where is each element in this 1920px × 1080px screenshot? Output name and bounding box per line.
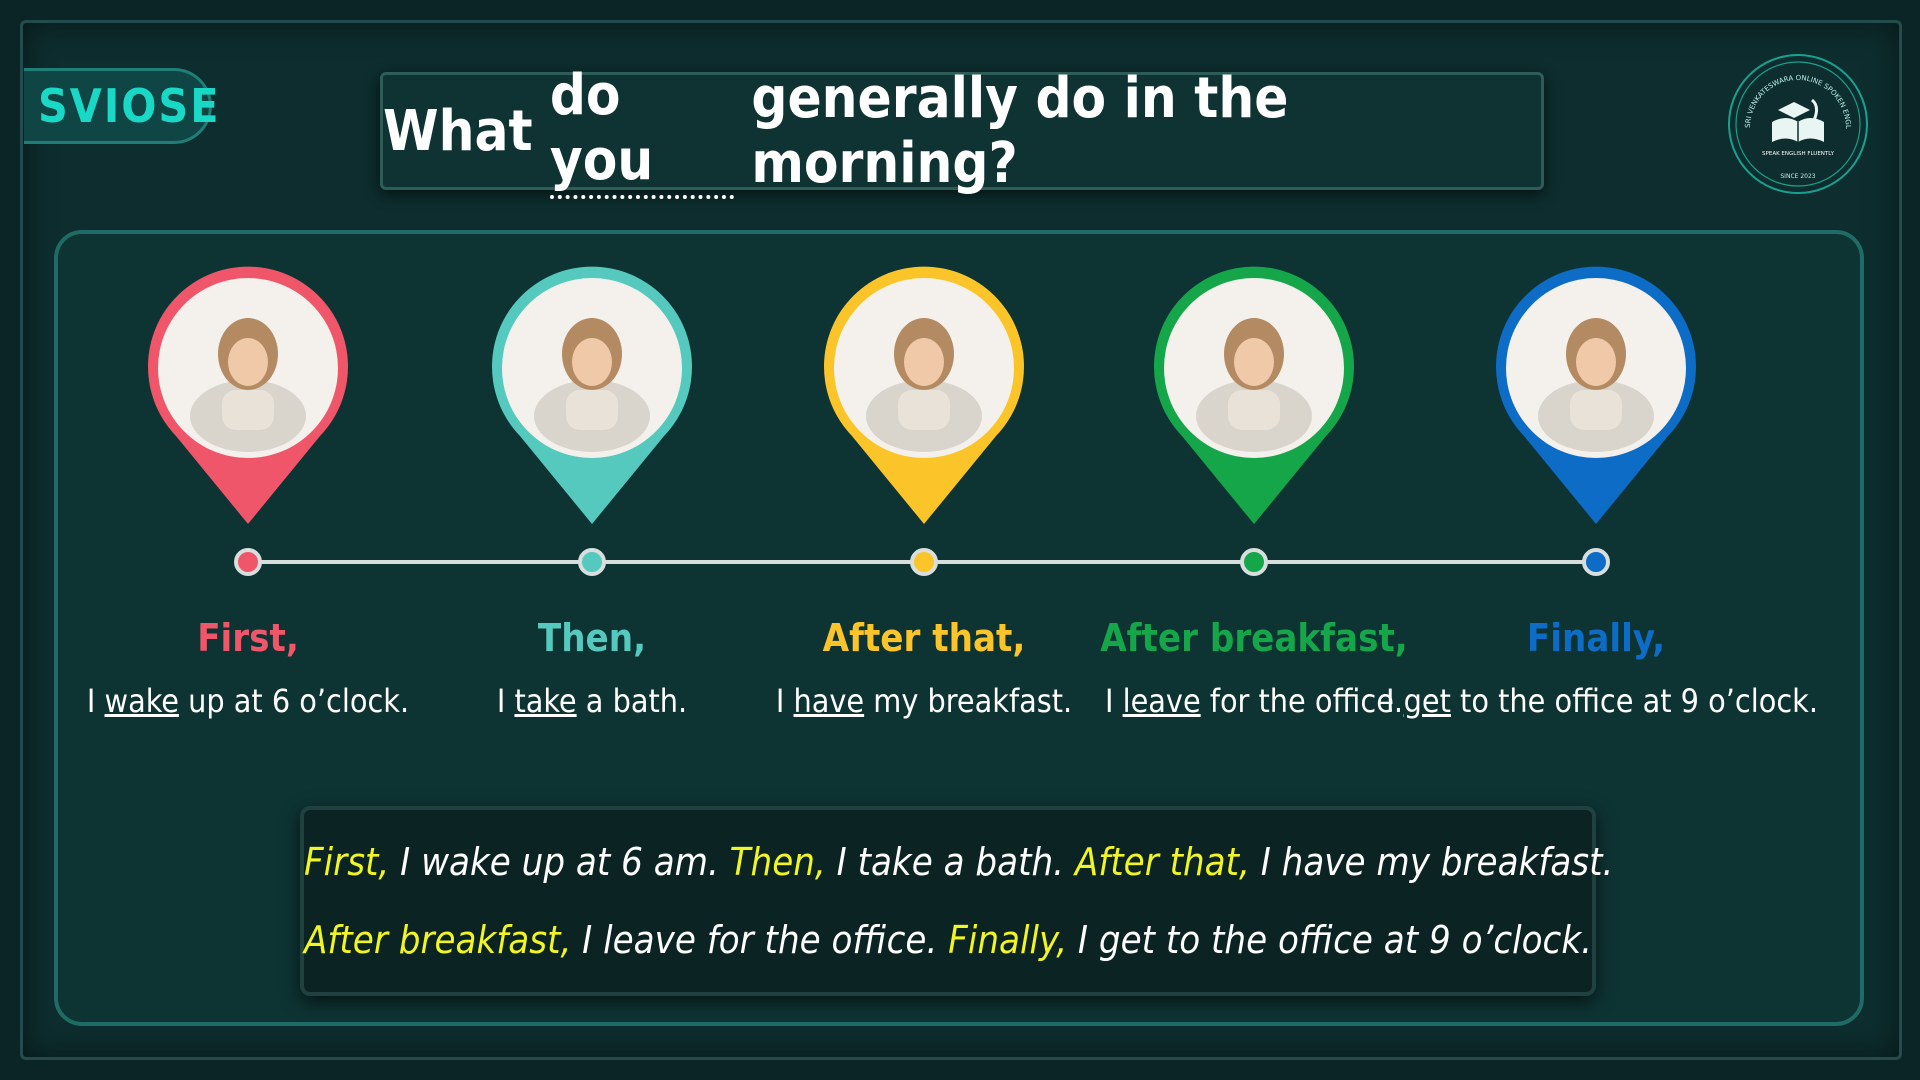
step-sentence-2: I take a bath. [496, 682, 688, 720]
summary-text: I get to the office at 9 o’clock. [1067, 918, 1592, 962]
timeline-dot-3 [910, 548, 938, 576]
timeline-dot-4 [1240, 548, 1268, 576]
step-sentence-5: I get to the office at 9 o’clock. [1386, 682, 1818, 720]
timeline-dot-2 [578, 548, 606, 576]
question-part-1: What [383, 98, 533, 164]
location-pin-2 [490, 266, 694, 526]
verb-have: have [793, 682, 865, 720]
verb-leave: leave [1122, 682, 1201, 720]
summary-line-1: First, I wake up at 6 am. Then, I take a… [304, 840, 1613, 884]
summary-connector: After breakfast, [304, 918, 572, 962]
location-pin-1 [146, 266, 350, 526]
step-sentence-1: I wake up at 6 o’clock. [86, 682, 410, 720]
step-label-2: Then, [537, 616, 647, 660]
summary-text: I take a bath. [825, 840, 1075, 884]
step-sentence-3: I have my breakfast. [775, 682, 1073, 720]
summary-text: I leave for the office. [571, 918, 949, 962]
summary-connector: First, [304, 840, 390, 884]
summary-connector: Finally, [948, 918, 1068, 962]
step-label-4: After breakfast, [1100, 616, 1408, 660]
step-label-3: After that, [822, 616, 1026, 660]
svg-text:SPEAK ENGLISH FLUENTLY: SPEAK ENGLISH FLUENTLY [1762, 151, 1835, 157]
timeline-dot-5 [1582, 548, 1610, 576]
location-pin-3 [822, 266, 1026, 526]
question-part-3: generally do in the morning? [751, 66, 1289, 196]
question-title: What do you generally do in the morning? [380, 63, 1544, 199]
step-label-1: First, [197, 616, 299, 660]
verb-wake: wake [104, 682, 179, 720]
summary-line-2: After breakfast, I leave for the office.… [304, 918, 1592, 962]
school-seal-logo: SRI VENKATESWARA ONLINE SPOKEN ENGLISH S… [1723, 46, 1870, 196]
question-part-2-emphasis: do you [549, 63, 735, 199]
summary-connector: After that, [1074, 840, 1250, 884]
location-pin-5 [1494, 266, 1698, 526]
verb-get: get [1403, 682, 1451, 720]
timeline-dot-1 [234, 548, 262, 576]
summary-text: I have my breakfast. [1249, 840, 1614, 884]
brand-text: SVIOSE [38, 79, 221, 133]
step-label-5: Finally, [1526, 616, 1666, 660]
summary-connector: Then, [729, 840, 826, 884]
location-pin-4 [1152, 266, 1356, 526]
verb-take: take [514, 682, 577, 720]
summary-text: I wake up at 6 am. [389, 840, 730, 884]
summary-box: First, I wake up at 6 am. Then, I take a… [300, 806, 1613, 996]
svg-text:SINCE 2023: SINCE 2023 [1780, 173, 1815, 180]
brand-logo-tab: SVIOSE [24, 68, 218, 144]
